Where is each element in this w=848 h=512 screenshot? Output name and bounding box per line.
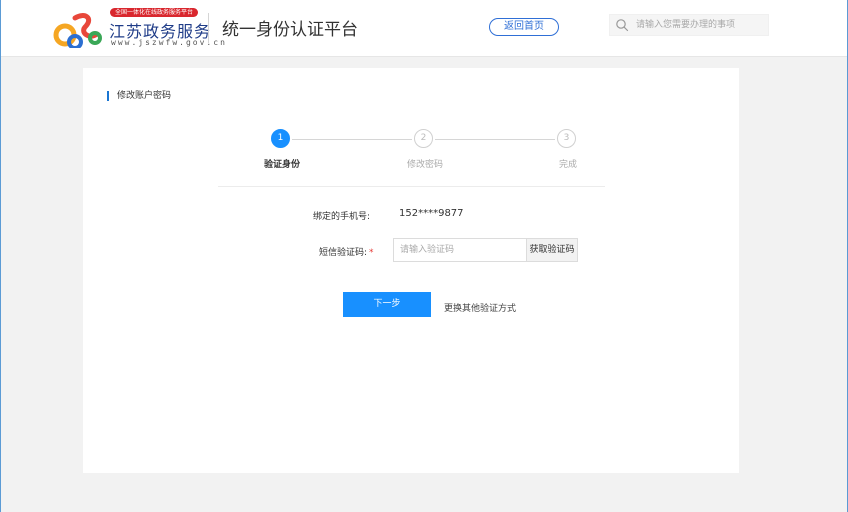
phone-label: 绑定的手机号: <box>313 212 371 222</box>
logo-url: www.jszwfw.gov.cn <box>111 38 227 47</box>
next-step-button[interactable]: 下一步 <box>343 292 431 317</box>
phone-value: 152****9877 <box>399 208 464 219</box>
step-3-label: 完成 <box>559 160 578 170</box>
section-title: 修改账户密码 <box>107 91 171 101</box>
back-home-button[interactable]: 返回首页 <box>489 18 559 36</box>
step-2-circle: 2 <box>414 129 433 148</box>
code-label: 短信验证码: * <box>319 245 374 258</box>
step-1-circle: 1 <box>271 129 290 148</box>
other-verification-link[interactable]: 更换其他验证方式 <box>444 301 516 314</box>
main-card: 修改账户密码 1 2 3 验证身份 修改密码 完成 绑定的手机号: 152***… <box>83 68 739 473</box>
platform-title: 统一身份认证平台 <box>222 20 358 40</box>
step-3-circle: 3 <box>557 129 576 148</box>
jiangsu-logo-icon[interactable] <box>53 8 103 48</box>
logo-badge: 全国一体化在线政务服务平台 <box>110 8 199 17</box>
get-code-button[interactable]: 获取验证码 <box>526 238 578 262</box>
code-label-text: 短信验证码: <box>319 248 368 258</box>
step-connector-1 <box>292 139 412 140</box>
header-bar: 全国一体化在线政务服务平台 江苏政务服务 www.jszwfw.gov.cn 统… <box>1 0 847 57</box>
required-mark: * <box>369 248 374 258</box>
search-box[interactable] <box>609 14 769 36</box>
search-input[interactable] <box>636 16 766 34</box>
sms-code-input[interactable] <box>393 238 526 262</box>
search-icon[interactable] <box>615 18 629 32</box>
step-1-label: 验证身份 <box>264 160 301 170</box>
steps-divider <box>218 186 605 187</box>
header-divider <box>208 13 209 43</box>
step-connector-2 <box>435 139 555 140</box>
step-2-label: 修改密码 <box>407 160 444 170</box>
